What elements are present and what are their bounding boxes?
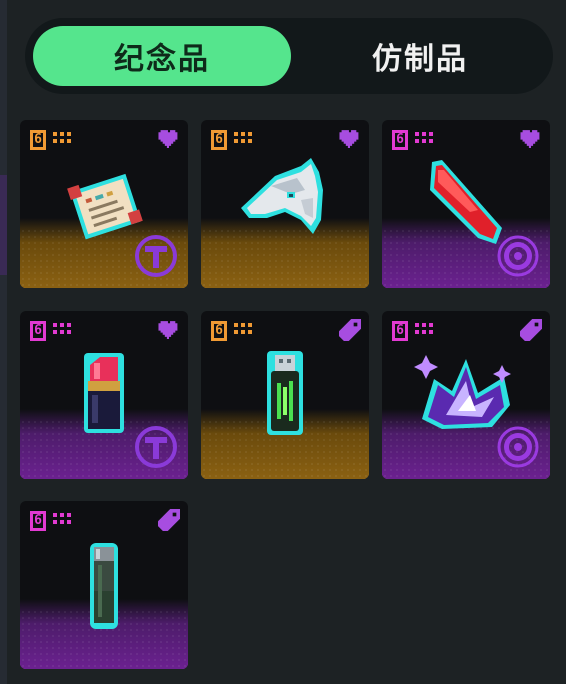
usb-drive-icon bbox=[267, 351, 303, 435]
item-card[interactable]: 6 bbox=[382, 311, 550, 479]
vortex-icon bbox=[497, 426, 539, 468]
tab-souvenirs[interactable]: 纪念品 bbox=[33, 26, 291, 86]
left-edge-glow bbox=[0, 175, 7, 275]
item-card[interactable]: 6 bbox=[201, 311, 369, 479]
left-edge bbox=[0, 0, 7, 684]
vial-icon bbox=[90, 543, 118, 629]
item-card[interactable]: 6 bbox=[382, 120, 550, 288]
item-card[interactable]: 6 bbox=[201, 120, 369, 288]
t-token-icon bbox=[135, 426, 177, 468]
tab-bar: 纪念品 仿制品 bbox=[25, 18, 553, 94]
item-card[interactable]: 6 bbox=[20, 311, 188, 479]
tab-replicas[interactable]: 仿制品 bbox=[291, 26, 549, 86]
t-token-icon bbox=[135, 235, 177, 277]
vortex-icon bbox=[497, 235, 539, 277]
item-card[interactable]: 6 bbox=[20, 501, 188, 669]
item-card[interactable]: 6 bbox=[20, 120, 188, 288]
horse-head-icon bbox=[241, 158, 323, 234]
